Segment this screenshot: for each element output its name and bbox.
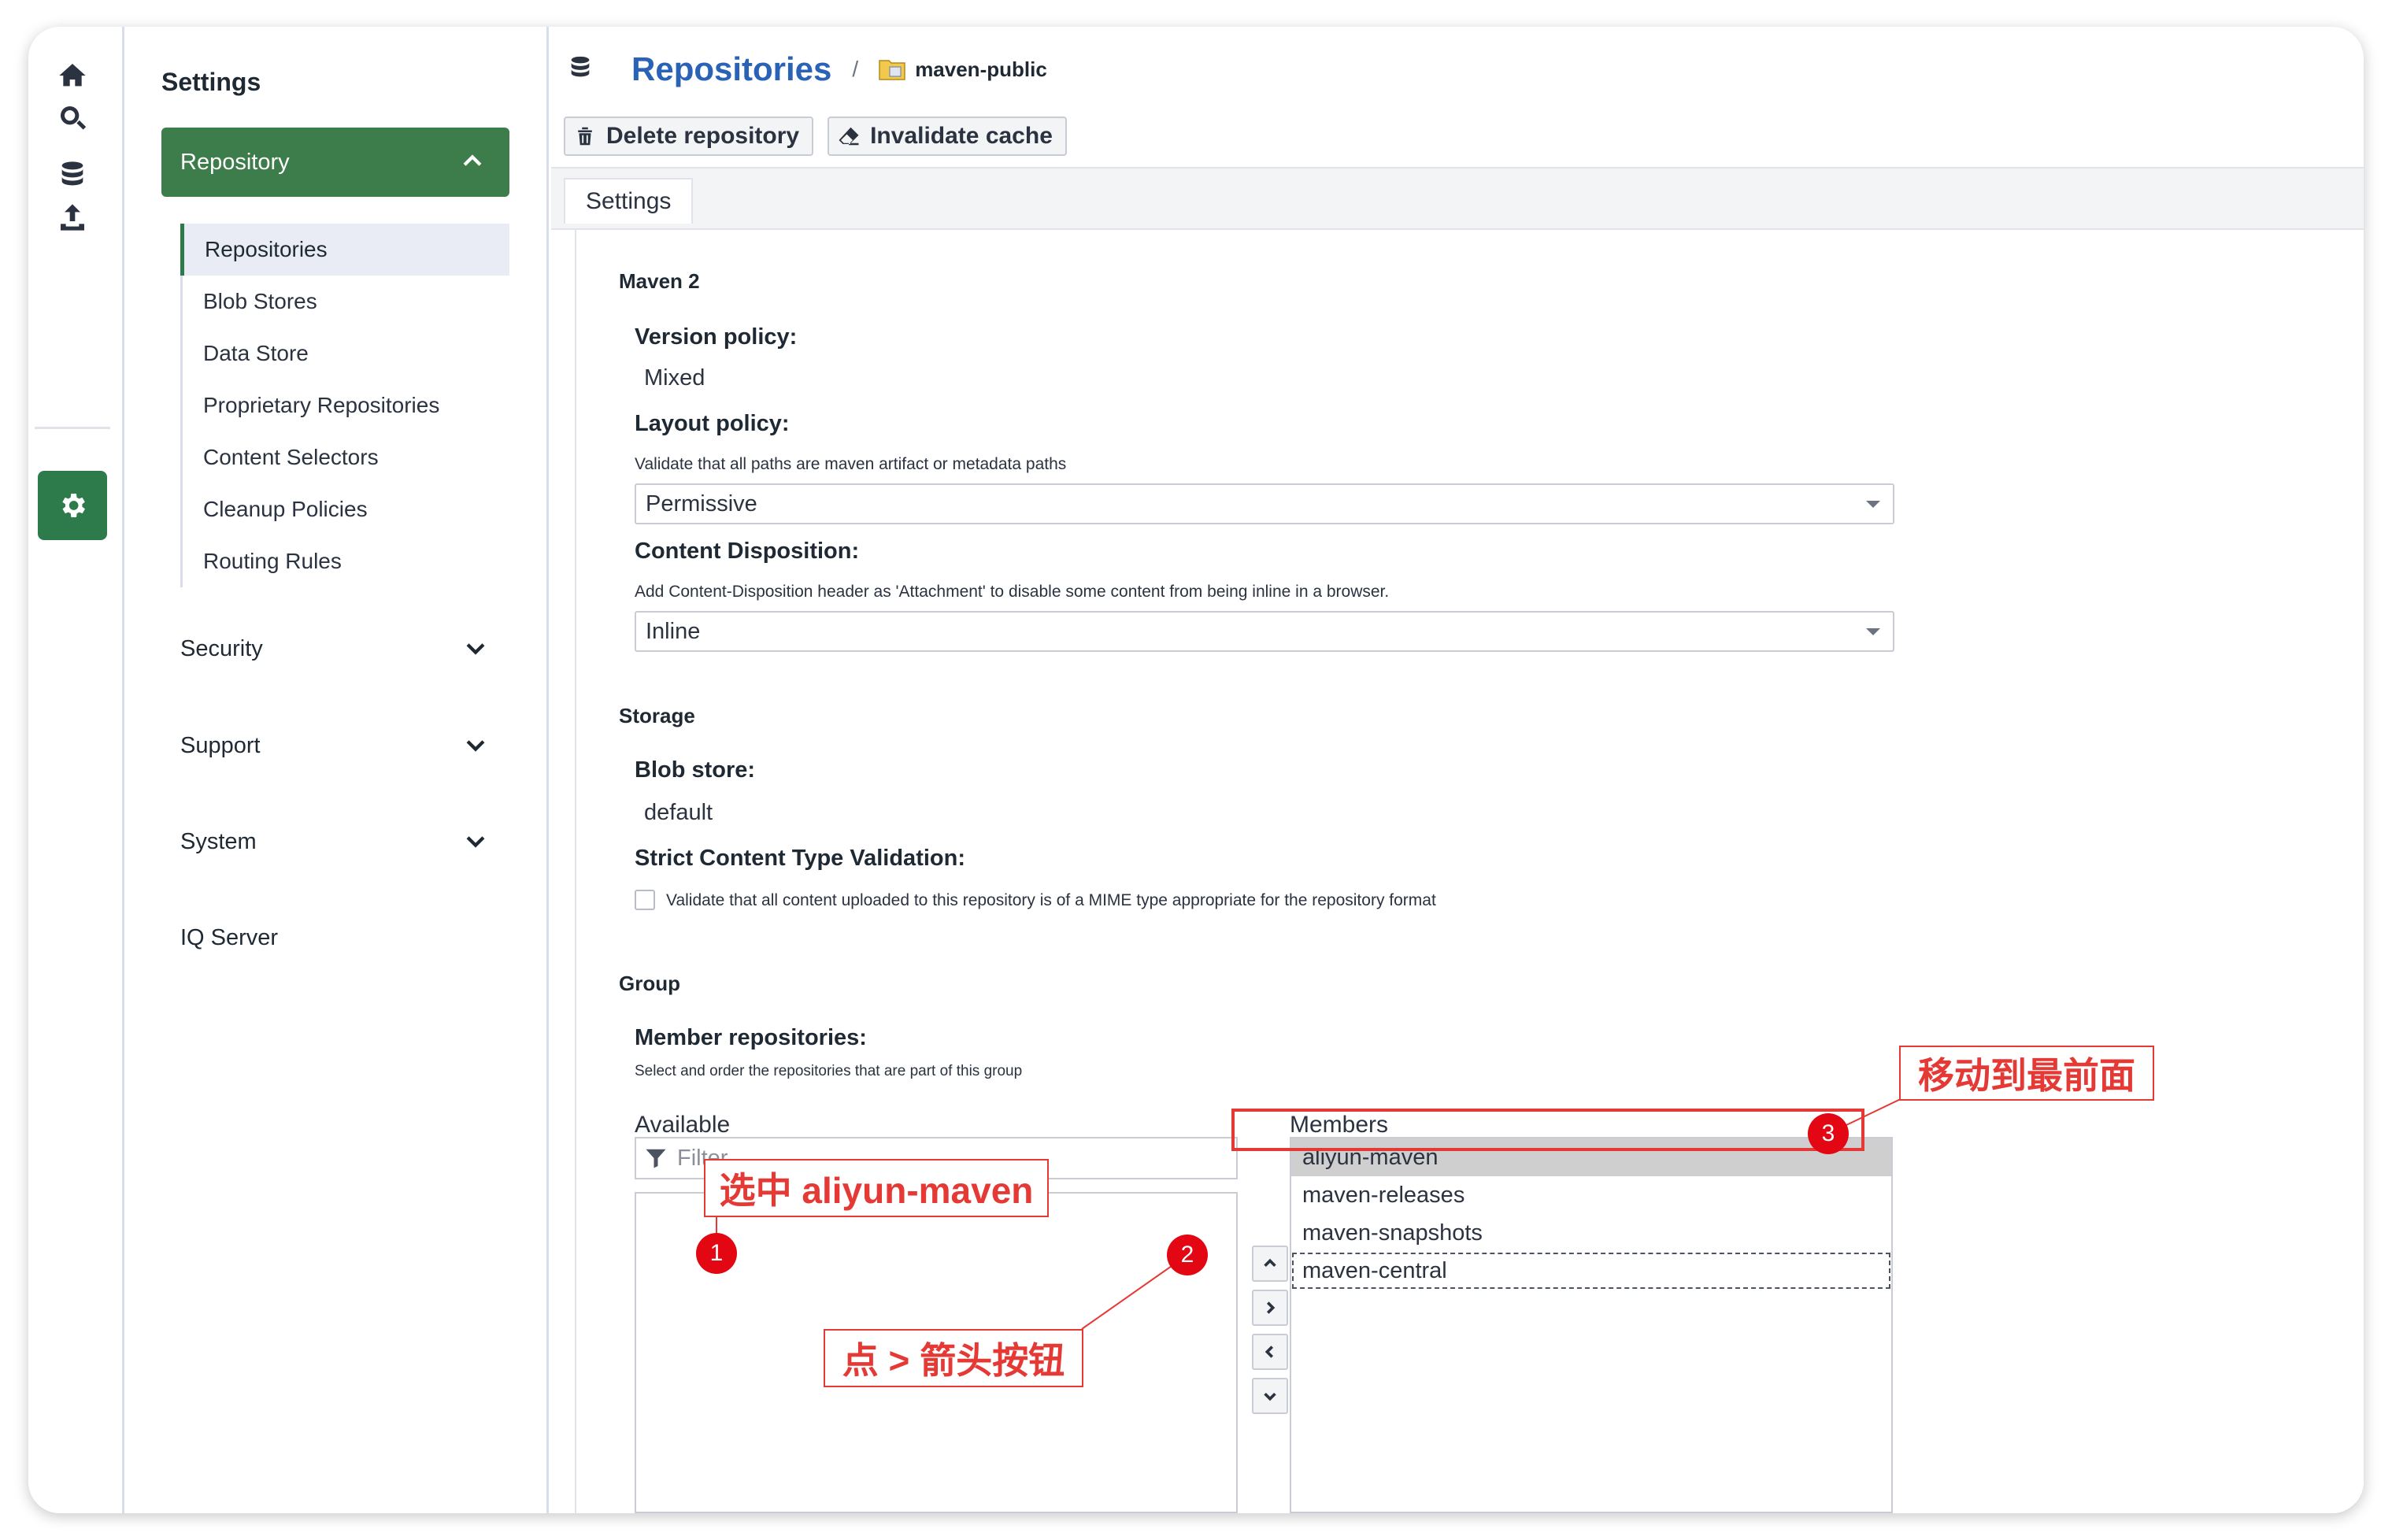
maven-section-heading: Maven 2	[619, 269, 700, 293]
chevron-left-icon	[1265, 1346, 1274, 1358]
storage-section-heading: Storage	[619, 704, 695, 727]
sidebar-item-repositories[interactable]: Repositories	[180, 224, 509, 276]
content-disposition-selected: Inline	[646, 618, 701, 644]
main-panel: Repositories / maven-public Delete repos…	[551, 27, 2364, 1513]
version-policy-value: Mixed	[644, 365, 705, 391]
member-item[interactable]: maven-releases	[1291, 1176, 1891, 1214]
members-list: aliyun-maven maven-releases maven-snapsh…	[1290, 1137, 1893, 1513]
chevron-down-icon	[466, 836, 485, 848]
version-policy-label: Version policy:	[635, 324, 798, 350]
icon-rail	[28, 27, 124, 1513]
content-disposition-select[interactable]: Inline	[635, 611, 1894, 652]
delete-repository-button[interactable]: Delete repository	[564, 117, 814, 156]
breadcrumb-separator: /	[852, 57, 859, 81]
invalidate-cache-button[interactable]: Invalidate cache	[828, 117, 1067, 156]
sidebar-section-label: System	[180, 829, 257, 854]
annotation-step3-label: 移动到最前面	[1899, 1046, 2154, 1101]
transfer-buttons	[1252, 1246, 1290, 1422]
chevron-down-icon	[466, 643, 485, 655]
annotation-step2-number: 2	[1167, 1235, 1208, 1275]
move-down-button[interactable]	[1252, 1378, 1288, 1414]
blob-store-label: Blob store:	[635, 757, 756, 783]
toolbar: Delete repository Invalidate cache	[564, 117, 1067, 156]
chevron-down-icon	[466, 740, 485, 752]
sidebar-title: Settings	[161, 68, 261, 96]
annotation-step1-number: 1	[696, 1233, 737, 1274]
sidebar-section-security[interactable]: Security	[180, 636, 509, 662]
breadcrumb: Repositories / maven-public	[567, 46, 1047, 93]
sidebar-item-blob-stores[interactable]: Blob Stores	[183, 276, 509, 328]
sidebar-section-system[interactable]: System	[180, 829, 509, 855]
sidebar-item-content-selectors[interactable]: Content Selectors	[183, 431, 509, 483]
dropdown-caret-icon	[1866, 501, 1880, 508]
annotation-step3-number: 3	[1808, 1113, 1849, 1154]
sidebar-section-iq-server[interactable]: IQ Server	[180, 925, 509, 951]
strict-validation-help: Validate that all content uploaded to th…	[666, 891, 1436, 909]
folder-icon	[879, 60, 905, 80]
strict-validation-label: Strict Content Type Validation:	[635, 846, 965, 871]
layout-policy-help: Validate that all paths are maven artifa…	[635, 455, 1067, 473]
eraser-icon	[839, 127, 859, 146]
sidebar-item-data-store[interactable]: Data Store	[183, 328, 509, 379]
chevron-right-icon	[1266, 1301, 1276, 1314]
sidebar-section-support[interactable]: Support	[180, 733, 509, 759]
app-window: Settings Repository Repositories Blob St…	[28, 27, 2364, 1513]
chevron-up-icon	[463, 154, 482, 166]
filter-icon	[646, 1149, 666, 1168]
content-disposition-label: Content Disposition:	[635, 539, 860, 564]
tab-settings[interactable]: Settings	[564, 178, 694, 224]
repository-section-label: Repository	[180, 149, 290, 175]
repository-section-header[interactable]: Repository	[161, 128, 509, 197]
gear-icon[interactable]	[38, 471, 107, 540]
delete-repository-label: Delete repository	[606, 123, 800, 149]
tab-bar: Settings	[551, 167, 2364, 230]
available-list-label: Available	[635, 1112, 731, 1138]
move-up-button[interactable]	[1252, 1246, 1288, 1282]
highlight-box-aliyun-maven	[1231, 1109, 1864, 1151]
strict-validation-checkbox[interactable]	[635, 890, 655, 910]
breadcrumb-current: maven-public	[915, 57, 1047, 81]
invalidate-cache-label: Invalidate cache	[870, 123, 1053, 149]
remove-from-members-button[interactable]	[1252, 1334, 1288, 1370]
trash-icon	[578, 127, 592, 146]
layout-policy-label: Layout policy:	[635, 411, 790, 436]
content-disposition-help: Add Content-Disposition header as 'Attac…	[635, 583, 1390, 601]
dropdown-caret-icon	[1866, 628, 1880, 635]
breadcrumb-repositories-link[interactable]: Repositories	[631, 50, 831, 88]
settings-sidebar: Settings Repository Repositories Blob St…	[127, 27, 549, 1513]
sidebar-item-routing-rules[interactable]: Routing Rules	[183, 535, 509, 587]
annotation-step2-label: 点 > 箭头按钮	[824, 1329, 1083, 1387]
layout-policy-selected: Permissive	[646, 491, 757, 516]
add-to-members-button[interactable]	[1252, 1290, 1288, 1326]
member-item[interactable]: maven-snapshots	[1291, 1214, 1891, 1252]
rail-divider	[35, 427, 110, 429]
sidebar-item-cleanup-policies[interactable]: Cleanup Policies	[183, 483, 509, 535]
repository-sub-list: Repositories Blob Stores Data Store Prop…	[180, 224, 509, 587]
member-repositories-help: Select and order the repositories that a…	[635, 1063, 1023, 1079]
layout-policy-select[interactable]: Permissive	[635, 483, 1894, 524]
sidebar-section-label: Security	[180, 636, 263, 661]
chevron-down-icon	[1264, 1392, 1276, 1401]
database-icon	[567, 54, 594, 85]
group-section-heading: Group	[619, 972, 680, 995]
sidebar-item-proprietary-repositories[interactable]: Proprietary Repositories	[183, 379, 509, 431]
annotation-step1-label: 选中 aliyun-maven	[704, 1159, 1049, 1217]
chevron-up-icon	[1264, 1258, 1276, 1268]
sidebar-section-label: Support	[180, 733, 261, 758]
sidebar-section-label: IQ Server	[180, 925, 279, 950]
blob-store-value: default	[644, 800, 713, 825]
upload-icon[interactable]	[38, 183, 107, 252]
member-repositories-label: Member repositories:	[635, 1025, 867, 1050]
member-item[interactable]: maven-central	[1291, 1252, 1891, 1290]
settings-form: Maven 2 Version policy: Mixed Layout pol…	[575, 230, 2364, 1513]
